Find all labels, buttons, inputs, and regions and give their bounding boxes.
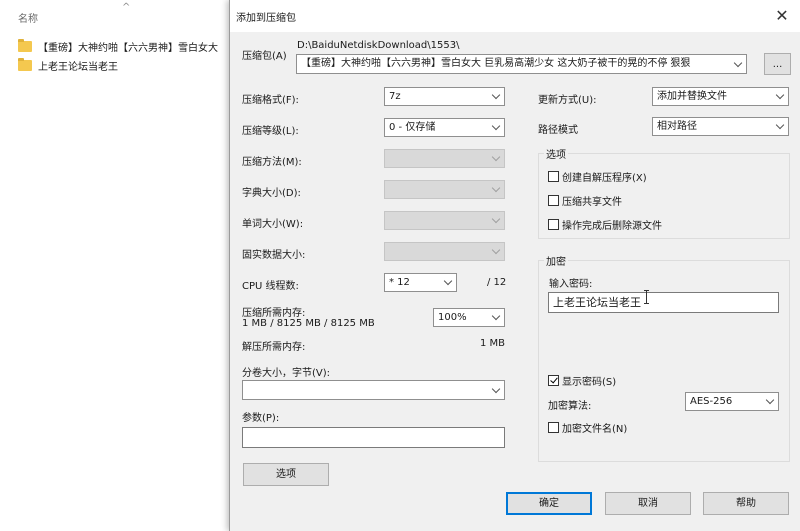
password-label: 输入密码: [549,279,593,290]
params-input[interactable] [242,427,505,448]
chevron-down-icon [491,384,501,394]
shared-checkbox[interactable]: 压缩共享文件 [548,193,622,208]
checkbox-box[interactable] [548,422,559,433]
mem-percent-value: 100% [438,312,467,323]
split-label: 分卷大小，字节(V): [242,368,331,379]
encryption-method-select[interactable]: AES-256 [685,392,779,411]
text-cursor-icon [644,290,649,304]
chevron-down-icon [491,183,501,193]
file-item[interactable]: 上老王论坛当老王 [18,57,118,73]
path-mode-select[interactable]: 相对路径 [652,117,789,136]
sort-up-icon[interactable]: ^ [122,2,130,13]
checkbox-box[interactable] [548,219,559,230]
delete-checkbox[interactable]: 操作完成后删除源文件 [548,217,662,232]
chevron-down-icon [491,311,501,321]
file-item[interactable]: 【重磅】大神约啪【六六男神】雪白女大 [18,38,218,54]
update-select[interactable]: 添加并替换文件 [652,87,789,106]
word-select[interactable] [384,211,505,230]
chevron-down-icon [765,395,775,405]
encryption-method-label: 加密算法: [548,401,592,412]
name-column-header[interactable]: 名称 [18,10,38,25]
split-combobox[interactable] [242,380,505,400]
format-label: 压缩格式(F): [242,95,299,106]
level-select[interactable]: 0 - 仅存储 [384,118,505,137]
archive-name-combobox[interactable]: 【重磅】大神约啪【六六男神】雪白女大 巨乳易高潮少女 这大奶子被干的晃的不停 狠… [296,54,747,74]
chevron-down-icon [491,90,501,100]
level-label: 压缩等级(L): [242,126,299,137]
params-label: 参数(P): [242,413,280,424]
path-mode-value: 相对路径 [657,121,697,132]
file-name: 上老王论坛当老王 [38,61,118,73]
options-button[interactable]: 选项 [243,463,329,486]
cpu-label: CPU 线程数: [242,281,299,292]
mem-percent-select[interactable]: 100% [433,308,505,327]
archive-path: D:\BaiduNetdiskDownload\1553\ [297,40,460,51]
update-value: 添加并替换文件 [657,91,727,102]
dialog-titlebar: 添加到压缩包 ✕ [230,0,800,32]
shared-label: 压缩共享文件 [562,197,622,208]
chevron-down-icon[interactable] [733,58,743,68]
mem-decompress-label: 解压所需内存: [242,342,306,353]
show-password-checkbox[interactable]: 显示密码(S) [548,373,616,388]
chevron-down-icon [775,120,785,130]
sfx-checkbox[interactable]: 创建自解压程序(X) [548,169,647,184]
solid-select[interactable] [384,242,505,261]
ok-button[interactable]: 确定 [506,492,592,515]
chevron-down-icon [491,214,501,224]
chevron-down-icon [775,90,785,100]
mem-compress-detail: 1 MB / 8125 MB / 8125 MB [242,318,375,329]
path-mode-label: 路径模式 [538,125,578,136]
encryption-group-title: 加密 [544,253,568,268]
mem-compress-label: 压缩所需内存: [242,308,306,319]
level-value: 0 - 仅存储 [389,122,436,133]
solid-label: 固实数据大小: [242,250,306,261]
checkbox-box[interactable] [548,195,559,206]
method-select[interactable] [384,149,505,168]
mem-decompress-value: 1 MB [480,338,506,349]
encrypt-names-checkbox[interactable]: 加密文件名(N) [548,420,627,435]
encryption-method-value: AES-256 [690,396,733,407]
method-label: 压缩方法(M): [242,157,302,168]
file-name: 【重磅】大神约啪【六六男神】雪白女大 [38,42,218,54]
show-password-label: 显示密码(S) [562,377,617,388]
checkbox-box[interactable] [548,375,559,386]
password-input[interactable]: 上老王论坛当老王 [548,292,779,313]
checkbox-box[interactable] [548,171,559,182]
word-label: 单词大小(W): [242,219,304,230]
cpu-value: * 12 [389,277,410,288]
folder-icon [18,57,32,71]
chevron-down-icon [491,121,501,131]
chevron-down-icon [491,152,501,162]
options-group-title: 选项 [544,146,568,161]
help-button[interactable]: 帮助 [703,492,789,515]
dialog-title: 添加到压缩包 [236,13,296,24]
cpu-total: / 12 [487,277,507,288]
sfx-label: 创建自解压程序(X) [562,173,647,184]
update-label: 更新方式(U): [538,95,597,106]
archive-label: 压缩包(A) [242,51,287,62]
chevron-down-icon [491,245,501,255]
archive-name-value: 【重磅】大神约啪【六六男神】雪白女大 巨乳易高潮少女 这大奶子被干的晃的不停 狠… [301,58,691,69]
folder-icon [18,38,32,52]
cpu-select[interactable]: * 12 [384,273,457,292]
dict-select[interactable] [384,180,505,199]
chevron-down-icon [443,276,453,286]
format-select[interactable]: 7z [384,87,505,106]
browse-button[interactable]: ... [764,53,791,75]
encrypt-names-label: 加密文件名(N) [562,424,628,435]
format-value: 7z [389,91,401,102]
cancel-button[interactable]: 取消 [605,492,691,515]
delete-label: 操作完成后删除源文件 [562,221,662,232]
close-icon[interactable]: ✕ [769,3,795,29]
dict-label: 字典大小(D): [242,188,301,199]
